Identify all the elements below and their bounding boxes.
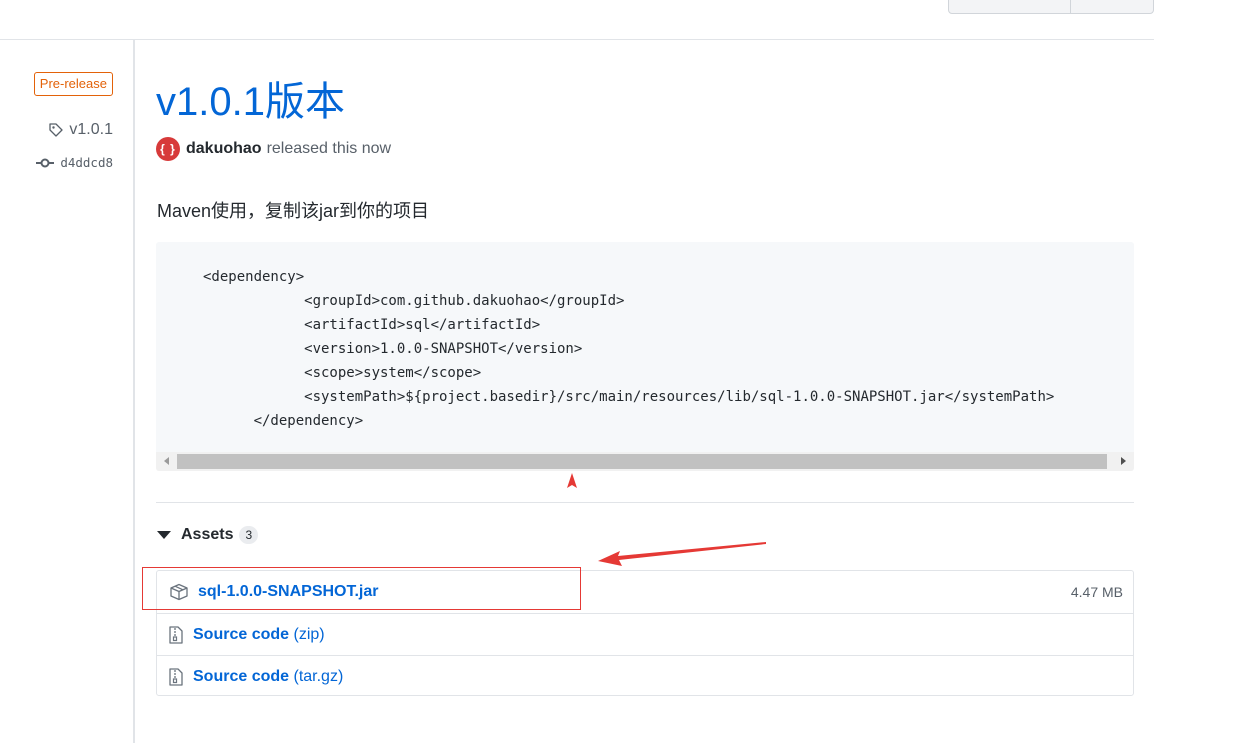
annotation-arrow-up-icon [567,473,577,488]
annotation-arrows [567,473,766,566]
annotation-arrow-left-icon [598,542,766,566]
